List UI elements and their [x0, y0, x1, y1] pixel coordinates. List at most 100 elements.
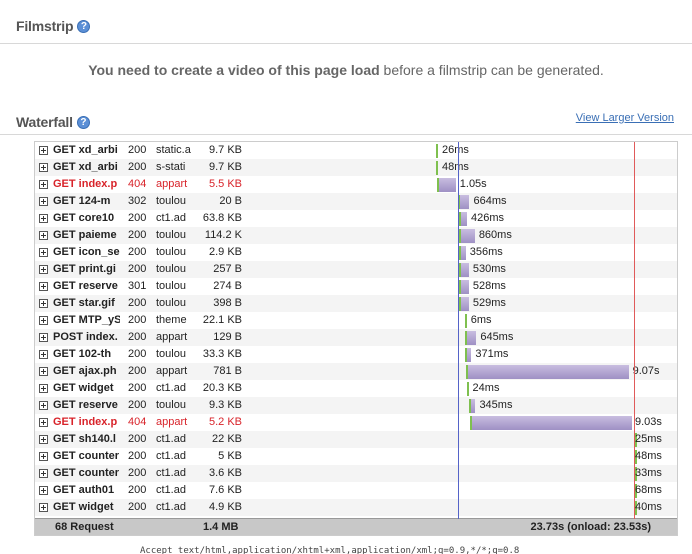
waterfall-row[interactable]: GET ajax.ph 200 appart 781 B 9.07s [35, 363, 677, 380]
request-time: 9.07s [632, 365, 660, 377]
request-time: 48ms [442, 161, 469, 173]
request-domain: static.a [156, 144, 191, 156]
waterfall-row[interactable]: GET auth01 200 ct1.ad 7.6 KB 68ms [35, 482, 677, 499]
section-divider [0, 43, 692, 44]
request-domain: appart [156, 416, 188, 428]
expand-icon[interactable] [39, 231, 48, 240]
waterfall-row[interactable]: GET icon_se 200 toulou 2.9 KB 356ms [35, 244, 677, 261]
waterfall-row[interactable]: POST index. 200 appart 129 B 645ms [35, 329, 677, 346]
waterfall-row[interactable]: GET reserve 200 toulou 9.3 KB 345ms [35, 397, 677, 414]
timing-bar-start [459, 246, 462, 260]
request-url: GET paieme [53, 229, 117, 241]
request-size: 5.5 KB [208, 178, 242, 190]
waterfall-row[interactable]: GET star.gif 200 toulou 398 B 529ms [35, 295, 677, 312]
waterfall-row[interactable]: GET MTP_yS 200 theme 22.1 KB 6ms [35, 312, 677, 329]
request-size: 257 B [213, 263, 242, 275]
expand-icon[interactable] [39, 282, 48, 291]
truncated-header-text: Accept text/html,application/xhtml+xml,a… [140, 546, 520, 554]
timing-bar [464, 348, 472, 362]
expand-icon[interactable] [39, 418, 48, 427]
request-url: GET xd_arbi [53, 144, 118, 156]
waterfall-row[interactable]: GET print.gi 200 toulou 257 B 530ms [35, 261, 677, 278]
request-size: 398 B [213, 297, 242, 309]
request-time: 40ms [635, 501, 662, 513]
waterfall-row[interactable]: GET core10 200 ct1.ad 63.8 KB 426ms [35, 210, 677, 227]
expand-icon[interactable] [39, 367, 48, 376]
request-size: 9.3 KB [208, 399, 242, 411]
onload-line [633, 142, 635, 519]
request-url: GET index.p [53, 178, 118, 190]
expand-icon[interactable] [39, 248, 48, 257]
expand-icon[interactable] [39, 333, 48, 342]
expand-icon[interactable] [39, 350, 48, 359]
waterfall-row[interactable]: GET widget 200 ct1.ad 4.9 KB 40ms [35, 499, 677, 516]
request-domain: appart [156, 178, 188, 190]
request-time: 356ms [469, 246, 503, 258]
help-icon[interactable]: ? [77, 19, 91, 33]
request-url: GET widget [53, 501, 114, 513]
request-time: 664ms [473, 195, 507, 207]
waterfall-row[interactable]: GET xd_arbi 200 s-stati 9.7 KB 48ms [35, 159, 677, 176]
request-size: 63.8 KB [202, 212, 242, 224]
request-size: 5.2 KB [208, 416, 242, 428]
expand-icon[interactable] [39, 180, 48, 189]
request-status: 301 [128, 280, 147, 292]
request-status: 404 [128, 416, 147, 428]
request-time: 48ms [635, 450, 662, 462]
request-status: 200 [128, 467, 147, 479]
request-size: 114.2 K [204, 229, 242, 241]
timing-bar [469, 399, 476, 413]
request-url: GET icon_se [53, 246, 120, 258]
waterfall-heading: Waterfall ? [16, 114, 90, 130]
expand-icon[interactable] [39, 384, 48, 393]
timing-bar [459, 246, 466, 260]
request-time: 426ms [471, 212, 505, 224]
expand-icon[interactable] [39, 503, 48, 512]
request-time: 371ms [475, 348, 509, 360]
timing-bar-start [464, 314, 467, 328]
expand-icon[interactable] [39, 452, 48, 461]
waterfall-row[interactable]: GET index.p 404 appart 5.5 KB 1.05s [35, 176, 677, 193]
waterfall-row[interactable]: GET 124-m 302 toulou 20 B 664ms [35, 193, 677, 210]
expand-icon[interactable] [39, 299, 48, 308]
timing-bar [459, 263, 469, 277]
timing-bar-start [470, 416, 473, 430]
waterfall-row[interactable]: GET xd_arbi 200 static.a 9.7 KB 26ms [35, 142, 677, 159]
waterfall-row[interactable]: GET counter 200 ct1.ad 3.6 KB 33ms [35, 465, 677, 482]
waterfall-row[interactable]: GET paieme 200 toulou 114.2 K 860ms [35, 227, 677, 244]
timing-bar [436, 161, 438, 175]
expand-icon[interactable] [39, 163, 48, 172]
waterfall-row[interactable]: GET widget 200 ct1.ad 20.3 KB 24ms [35, 380, 677, 397]
expand-icon[interactable] [39, 316, 48, 325]
waterfall-row[interactable]: GET reserve 301 toulou 274 B 528ms [35, 278, 677, 295]
timing-bar [464, 314, 467, 328]
request-size: 3.6 KB [208, 467, 242, 479]
waterfall-table: GET xd_arbi 200 static.a 9.7 KB 26ms GET xd_a… [34, 141, 678, 536]
request-status: 200 [128, 246, 147, 258]
request-size: 9.7 KB [208, 144, 242, 156]
expand-icon[interactable] [39, 197, 48, 206]
waterfall-row[interactable]: GET 102-th 200 toulou 33.3 KB 371ms [35, 346, 677, 363]
expand-icon[interactable] [39, 265, 48, 274]
waterfall-row[interactable]: GET index.p 404 appart 5.2 KB 9.03s [35, 414, 677, 431]
request-status: 200 [128, 433, 147, 445]
expand-icon[interactable] [39, 401, 48, 410]
filmstrip-message: You need to create a video of this page … [0, 62, 692, 78]
timing-bar-start [459, 229, 462, 243]
view-larger-link[interactable]: View Larger Version [576, 112, 674, 124]
request-url: GET widget [53, 382, 114, 394]
expand-icon[interactable] [39, 214, 48, 223]
request-time: 1.05s [459, 178, 487, 190]
request-url: GET xd_arbi [53, 161, 118, 173]
request-status: 200 [128, 365, 147, 377]
waterfall-title: Waterfall [16, 114, 73, 130]
expand-icon[interactable] [39, 146, 48, 155]
waterfall-row[interactable]: GET counter 200 ct1.ad 5 KB 48ms [35, 448, 677, 465]
help-icon[interactable]: ? [76, 115, 90, 129]
expand-icon[interactable] [39, 469, 48, 478]
expand-icon[interactable] [39, 435, 48, 444]
request-url: GET 124-m [53, 195, 111, 207]
expand-icon[interactable] [39, 486, 48, 495]
waterfall-row[interactable]: GET sh140.l 200 ct1.ad 22 KB 25ms [35, 431, 677, 448]
request-url: GET MTP_yS [53, 314, 120, 326]
